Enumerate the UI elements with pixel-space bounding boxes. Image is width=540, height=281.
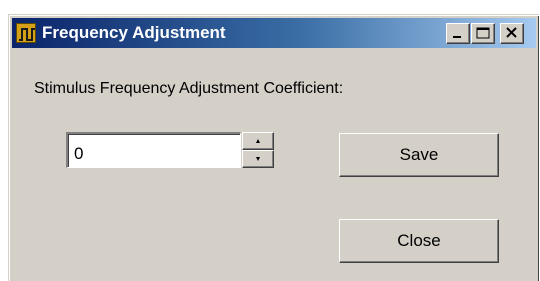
- minimize-button[interactable]: [446, 23, 470, 44]
- close-window-button[interactable]: [500, 23, 524, 44]
- window-title: Frequency Adjustment: [42, 23, 226, 42]
- coefficient-input[interactable]: [66, 132, 241, 168]
- close-button[interactable]: Close: [339, 219, 499, 263]
- coefficient-label: Stimulus Frequency Adjustment Coefficien…: [34, 80, 344, 97]
- save-button[interactable]: Save: [339, 133, 499, 177]
- dialog-window: Frequency Adjustment Stimulus Frequency …: [8, 14, 539, 281]
- title-bar[interactable]: Frequency Adjustment: [12, 18, 536, 48]
- maximize-button[interactable]: [471, 23, 495, 44]
- waveform-icon: [16, 23, 36, 43]
- spin-down-button[interactable]: [242, 150, 274, 168]
- spin-up-button[interactable]: [242, 132, 274, 150]
